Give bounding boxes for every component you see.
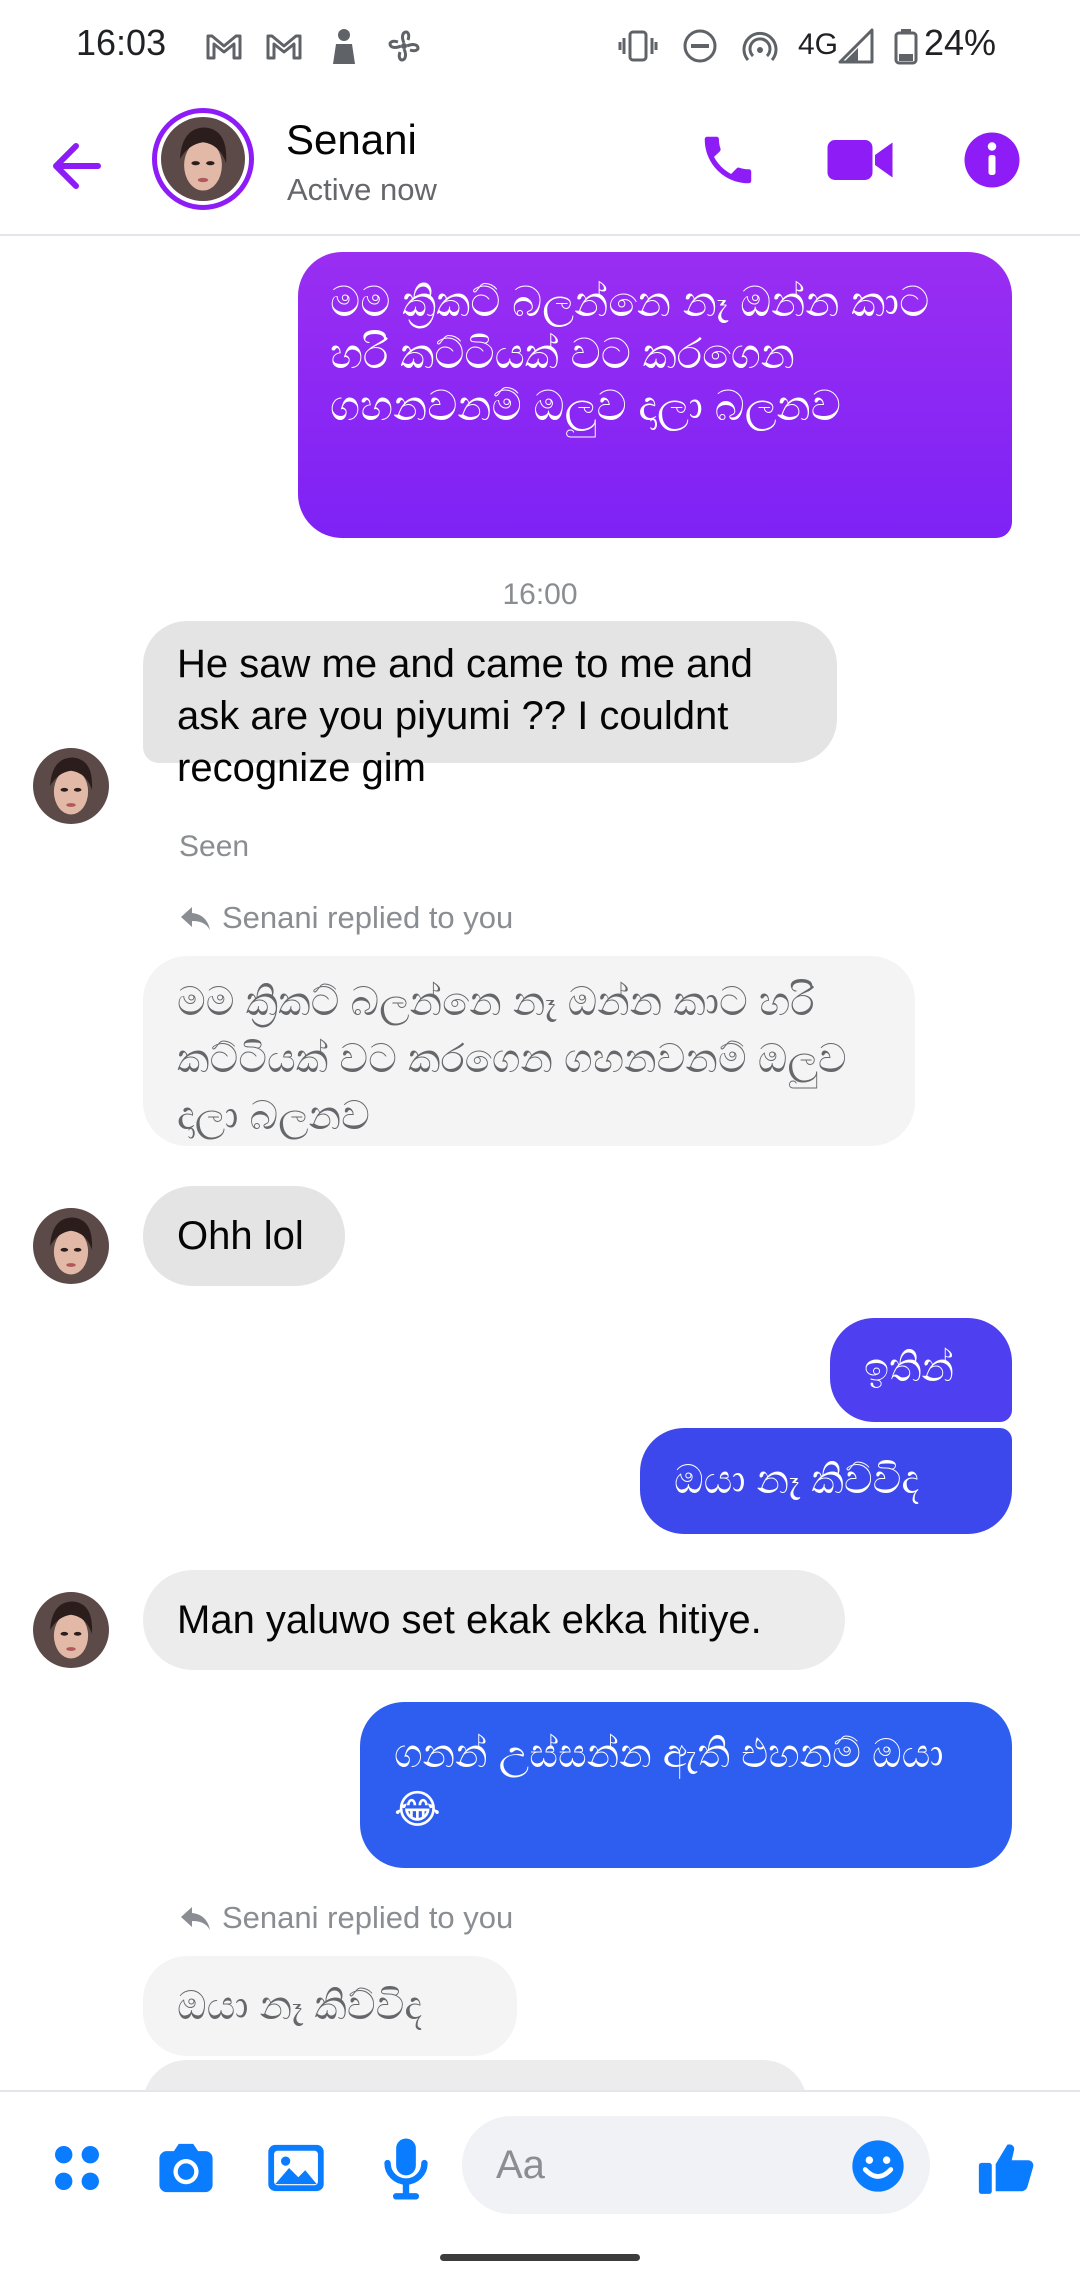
like-icon <box>978 2144 1034 2194</box>
emoji-icon[interactable] <box>850 2138 906 2194</box>
quoted-message[interactable]: ඔයා නෑ කිව්විද <box>143 1956 517 2056</box>
outgoing-message[interactable]: ඉතින් <box>830 1318 1012 1422</box>
reply-icon <box>181 1907 210 1930</box>
sender-avatar[interactable] <box>33 748 109 824</box>
vibrate-icon <box>618 30 658 62</box>
fan-icon <box>388 30 420 62</box>
video-camera-icon <box>827 140 893 180</box>
outgoing-message[interactable]: ගනන් උස්සන්න ඇති එහනම් ඔයා 😂 <box>360 1702 1012 1868</box>
gallery-button[interactable] <box>260 2132 332 2204</box>
contact-name[interactable]: Senani <box>286 116 417 164</box>
contact-avatar[interactable] <box>152 108 254 210</box>
sender-avatar[interactable] <box>33 1208 109 1284</box>
like-button[interactable] <box>970 2132 1042 2204</box>
incoming-message[interactable]: He saw me and came to me and ask are you… <box>143 621 837 790</box>
active-status: Active now <box>287 172 437 207</box>
reply-indicator: Senani replied to you <box>178 900 513 936</box>
outgoing-message[interactable]: මම ක්‍රිකට් බලන්නෙ නෑ ඔන්න කාට හරි කට්ටි… <box>298 252 1012 538</box>
quoted-message[interactable]: මම ක්‍රිකට් බලන්නෙ නෑ ඔන්න කාට හරි කට්ටි… <box>143 956 915 1146</box>
camera-button[interactable] <box>150 2132 222 2204</box>
phone-icon <box>704 136 752 184</box>
gmail-icon <box>266 34 302 60</box>
messenger-screen: 16:03 4G <box>0 0 1080 2280</box>
network-type: 4G <box>798 28 839 61</box>
status-time: 16:03 <box>76 22 167 63</box>
camera-icon <box>159 2143 213 2193</box>
outgoing-message[interactable]: ඔයා නෑ කිව්විද <box>640 1428 1012 1534</box>
back-button[interactable] <box>42 130 114 202</box>
message-list[interactable]: මම ක්‍රිකට් බලන්නෙ නෑ ඔන්න කාට හරි කට්ටි… <box>0 238 1080 2090</box>
info-icon <box>964 132 1020 188</box>
apps-button[interactable] <box>41 2132 113 2204</box>
incoming-message[interactable]: Ohh lol <box>143 1186 345 1286</box>
dnd-icon <box>683 29 717 63</box>
video-call-button[interactable] <box>822 122 898 198</box>
status-bar: 16:03 4G 24% <box>0 0 1080 90</box>
message-input[interactable]: Aa <box>462 2116 930 2214</box>
message-composer: Aa <box>0 2090 1080 2240</box>
reply-indicator-text: Senani replied to you <box>222 1900 514 1935</box>
reply-indicator-text: Senani replied to you <box>222 900 514 935</box>
person-lock-icon <box>333 29 355 64</box>
gallery-icon <box>268 2144 324 2192</box>
reply-icon <box>181 907 210 930</box>
voice-clip-button[interactable] <box>370 2132 442 2204</box>
battery-icon <box>894 29 918 65</box>
battery-percent: 24% <box>924 22 997 63</box>
gmail-icon <box>206 34 242 60</box>
mic-icon <box>384 2138 428 2200</box>
audio-call-button[interactable] <box>690 122 766 198</box>
home-indicator[interactable] <box>440 2254 640 2261</box>
apps-icon <box>55 2146 99 2190</box>
sender-avatar[interactable] <box>33 1592 109 1668</box>
conversation-info-button[interactable] <box>954 122 1030 198</box>
hotspot-icon <box>742 31 778 61</box>
incoming-message[interactable]: Man yaluwo set ekak ekka hitiye. <box>143 1570 845 1670</box>
conversation-header: Senani Active now <box>0 90 1080 236</box>
message-timestamp: 16:00 <box>502 578 578 611</box>
message-input-placeholder: Aa <box>496 2143 545 2187</box>
incoming-message-partial[interactable] <box>143 2060 807 2090</box>
back-arrow-icon <box>53 143 101 189</box>
signal-icon <box>838 28 874 64</box>
seen-indicator: Seen <box>179 830 250 863</box>
avatar-photo <box>161 117 245 201</box>
reply-indicator: Senani replied to you <box>178 1900 513 1936</box>
